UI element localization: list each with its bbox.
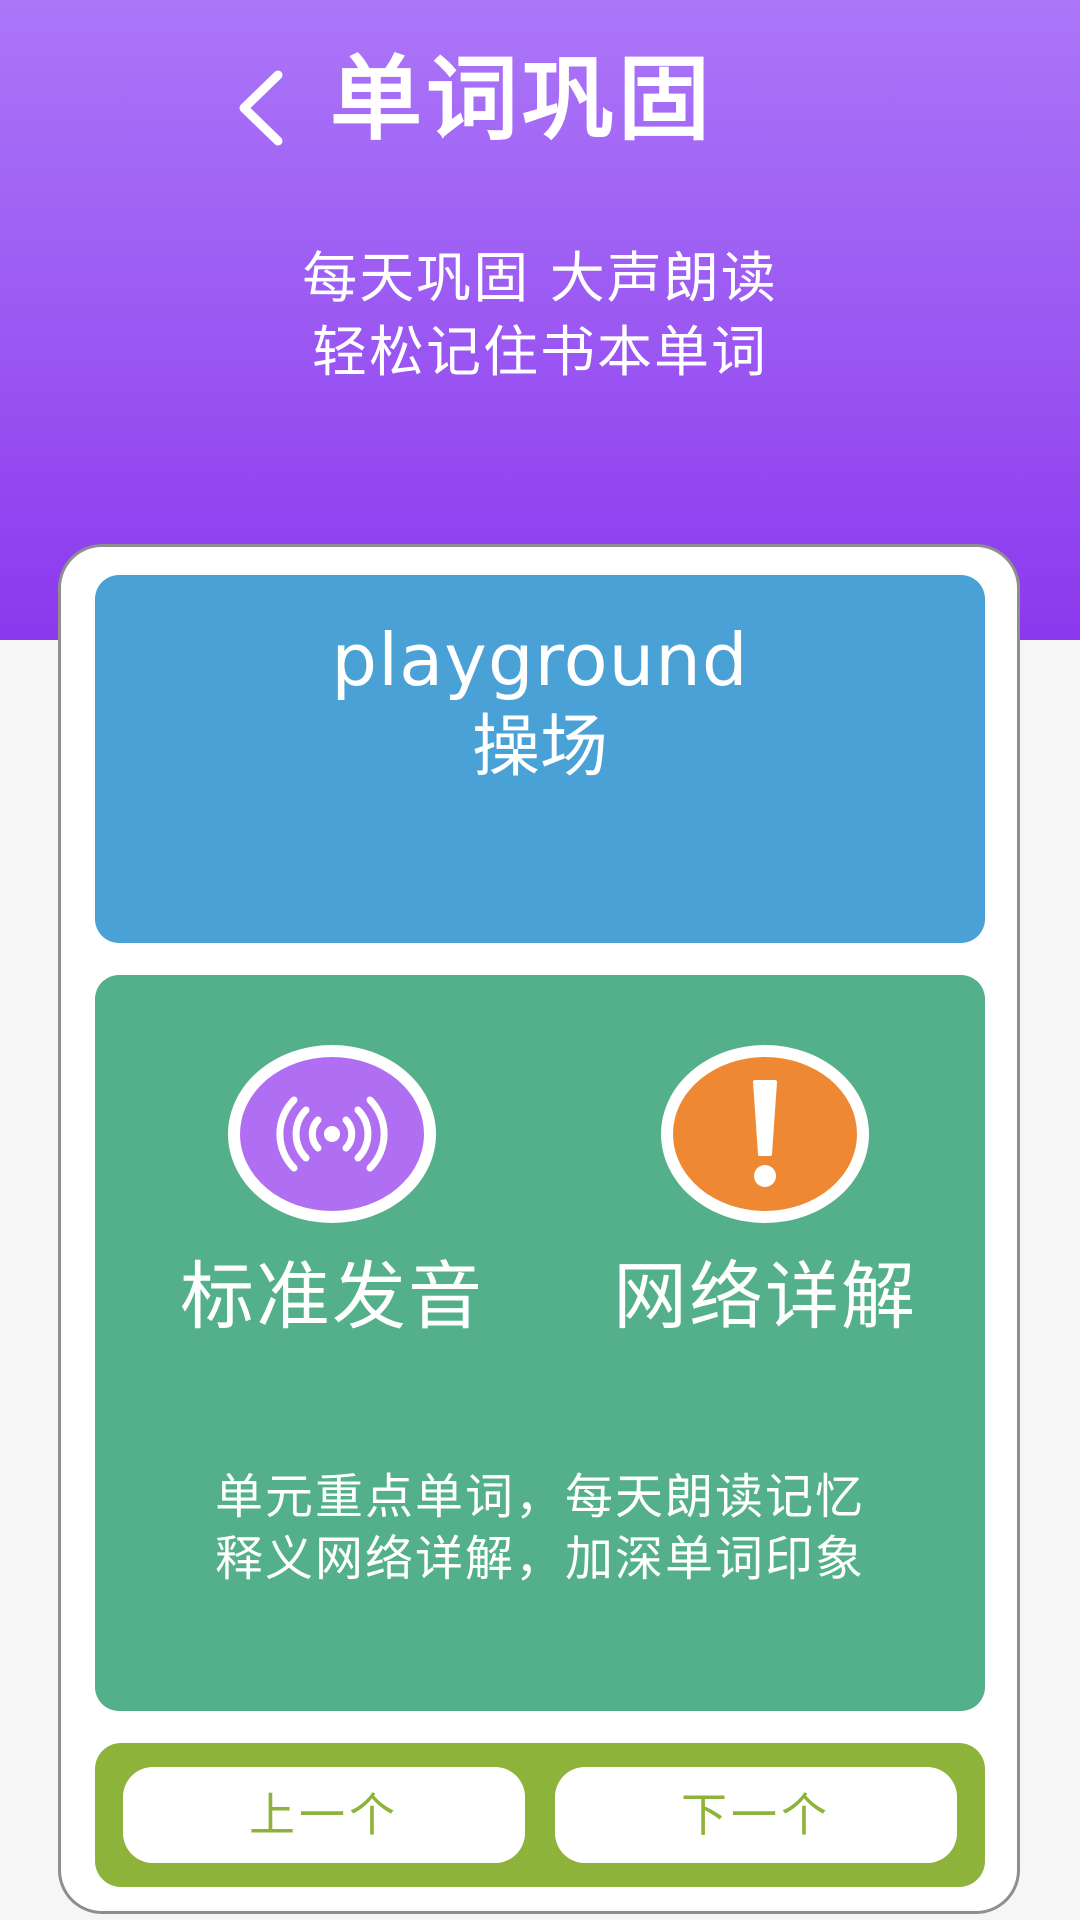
exclamation-icon [673,1057,857,1211]
page-title: 单词巩固 [330,46,715,153]
chevron-left-icon [239,70,283,146]
navigation-bar: 上一个 下一个 [95,1743,985,1887]
word-english: playground [331,618,749,702]
pronounce-button[interactable]: 标准发音 [115,1045,535,1375]
tagline-line-2: 轻松记住书本单词 [311,320,768,384]
previous-button[interactable]: 上一个 [123,1767,525,1863]
pronounce-icon-ring [228,1045,436,1223]
next-button[interactable]: 下一个 [555,1767,957,1863]
tagline-line-1: 每天巩固 大声朗读 [302,246,778,310]
audio-waves-icon [240,1057,424,1211]
pronounce-label: 标准发音 [180,1254,484,1340]
back-button[interactable] [222,58,302,158]
description-line-2: 释义网络详解，加深单词印象 [214,1531,865,1587]
details-label: 网络详解 [613,1254,917,1340]
details-button[interactable]: 网络详解 [548,1045,968,1375]
description-line-1: 单元重点单词，每天朗读记忆 [214,1469,865,1525]
word-chinese: 操场 [471,708,608,787]
action-panel: 标准发音 网络详解 单元重点单词，每天朗读记忆 释义网络详解，加深单词印象 [95,975,985,1711]
details-icon-ring [661,1045,869,1223]
word-panel: playground 操场 [95,575,985,943]
